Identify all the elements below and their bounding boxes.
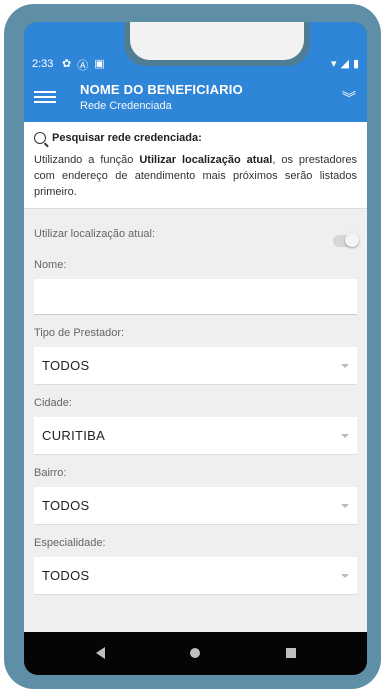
location-row: Utilizar localização atual: — [34, 221, 359, 247]
tipo-value: TODOS — [42, 358, 90, 373]
hamburger-icon — [34, 91, 56, 93]
location-toggle[interactable] — [333, 233, 359, 247]
especialidade-select[interactable]: TODOS — [34, 557, 357, 595]
especialidade-value: TODOS — [42, 568, 90, 583]
gear-icon: ✿ — [62, 58, 72, 70]
battery-icon: ▮ — [352, 58, 359, 70]
tipo-select[interactable]: TODOS — [34, 347, 357, 385]
toggle-knob — [345, 233, 359, 247]
dropdown-caret-icon — [341, 503, 349, 508]
search-header-label: Pesquisar rede credenciada: — [52, 132, 202, 144]
search-form: Utilizar localização atual: Nome: Tipo d… — [24, 221, 367, 595]
dropdown-caret-icon — [341, 433, 349, 438]
recents-icon[interactable] — [286, 648, 296, 658]
bairro-field: Bairro: TODOS — [34, 467, 357, 525]
back-icon[interactable] — [96, 647, 105, 659]
especialidade-field: Especialidade: TODOS — [34, 537, 357, 595]
search-header: Pesquisar rede credenciada: — [34, 132, 357, 144]
screen: 2:33 ✿ Ⓐ ▣ ▾ ◢ ▮ NOME DO BENEFICIARIO Re… — [24, 22, 367, 675]
cidade-label: Cidade: — [34, 397, 72, 409]
app-subtitle: Rede Credenciada — [80, 100, 172, 112]
menu-button[interactable] — [34, 88, 56, 106]
cidade-select[interactable]: CURITIBA — [34, 417, 357, 455]
bairro-select[interactable]: TODOS — [34, 487, 357, 525]
square-icon: ▣ — [94, 58, 105, 70]
signal-icon: ◢ — [340, 58, 349, 70]
status-icons-left: ✿ Ⓐ ▣ — [62, 57, 105, 73]
dropdown-caret-icon — [341, 573, 349, 578]
cidade-field: Cidade: CURITIBA — [34, 397, 357, 455]
a-icon: Ⓐ — [77, 60, 89, 72]
especialidade-label: Especialidade: — [34, 537, 106, 549]
dropdown-caret-icon — [341, 363, 349, 368]
home-icon[interactable] — [190, 648, 200, 658]
status-time: 2:33 — [32, 58, 54, 70]
title-block: NOME DO BENEFICIARIO Rede Credenciada — [80, 82, 243, 112]
camera-notch-inner — [130, 22, 304, 60]
cidade-value: CURITIBA — [42, 428, 106, 443]
bairro-value: TODOS — [42, 498, 90, 513]
app-title: NOME DO BENEFICIARIO — [80, 82, 243, 97]
tipo-field: Tipo de Prestador: TODOS — [34, 327, 357, 385]
nome-input[interactable] — [34, 279, 357, 315]
wifi-icon: ▾ — [330, 58, 337, 70]
status-icons-right: ▾ ◢ ▮ — [331, 57, 359, 70]
phone-frame: 2:33 ✿ Ⓐ ▣ ▾ ◢ ▮ NOME DO BENEFICIARIO Re… — [4, 4, 381, 689]
collapse-button[interactable]: ︾ — [341, 88, 357, 106]
nome-field: Nome: — [34, 259, 357, 315]
nome-label: Nome: — [34, 259, 67, 271]
tipo-label: Tipo de Prestador: — [34, 327, 125, 339]
location-label: Utilizar localização atual: — [34, 228, 156, 240]
search-icon — [34, 132, 46, 144]
bairro-label: Bairro: — [34, 467, 67, 479]
content: Pesquisar rede credenciada: Utilizando a… — [24, 122, 367, 632]
chevron-double-down-icon: ︾ — [342, 90, 356, 106]
search-description: Utilizando a função Utilizar localização… — [34, 154, 357, 198]
system-nav-bar — [24, 632, 367, 675]
search-section: Pesquisar rede credenciada: Utilizando a… — [24, 122, 367, 209]
